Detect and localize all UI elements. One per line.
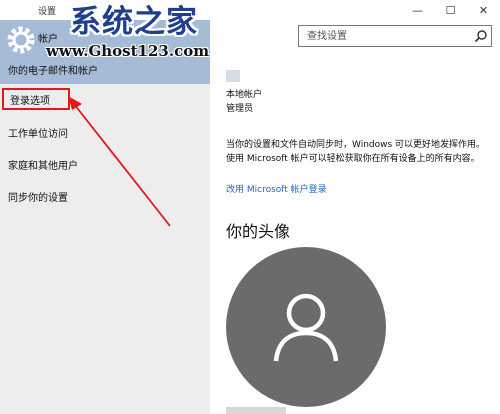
window-controls: — ☐ ✕ (401, 0, 500, 20)
sidebar-nav: 你的电子邮件和帐户 登录选项 工作单位访问 家庭和其他用户 同步你的设置 (0, 60, 210, 212)
gear-icon (7, 26, 35, 54)
app-title: 设置 (38, 7, 57, 17)
title-bar: 设置 — ☐ ✕ (0, 0, 500, 20)
search-icon[interactable] (474, 29, 488, 43)
page-title: 帐户 (38, 34, 58, 45)
account-avatar-thumbnail (226, 70, 240, 82)
sidebar-item-sign-in-options[interactable]: 登录选项 (2, 88, 70, 110)
avatar (226, 247, 386, 407)
account-role: 管理员 (226, 104, 254, 114)
sync-info-text: 当你的设置和文件自动同步时，Windows 可以更好地发挥作用。使用 Micro… (226, 140, 486, 164)
scroll-indicator (226, 407, 286, 414)
sidebar-item-family-users[interactable]: 家庭和其他用户 (0, 148, 210, 180)
minimize-button[interactable]: — (401, 0, 434, 20)
user-icon (273, 293, 339, 362)
sidebar-item-sync-settings[interactable]: 同步你的设置 (0, 180, 210, 212)
search-box[interactable] (298, 25, 492, 47)
close-button[interactable]: ✕ (467, 0, 500, 20)
account-type: 本地帐户 (226, 90, 263, 100)
settings-window: 设置 — ☐ ✕ 帐户 你的电子邮件和帐户 登录选项 工作单位访问 家庭和其他用… (0, 0, 500, 414)
maximize-button[interactable]: ☐ (434, 0, 467, 20)
sidebar-item-email-accounts[interactable]: 你的电子邮件和帐户 (0, 60, 210, 84)
avatar-heading: 你的头像 (226, 222, 291, 241)
search-input[interactable] (299, 26, 482, 46)
microsoft-account-link[interactable]: 改用 Microsoft 帐户登录 (226, 182, 327, 195)
sidebar: 帐户 你的电子邮件和帐户 登录选项 工作单位访问 家庭和其他用户 同步你的设置 (0, 20, 210, 414)
sidebar-item-work-access[interactable]: 工作单位访问 (0, 116, 210, 148)
